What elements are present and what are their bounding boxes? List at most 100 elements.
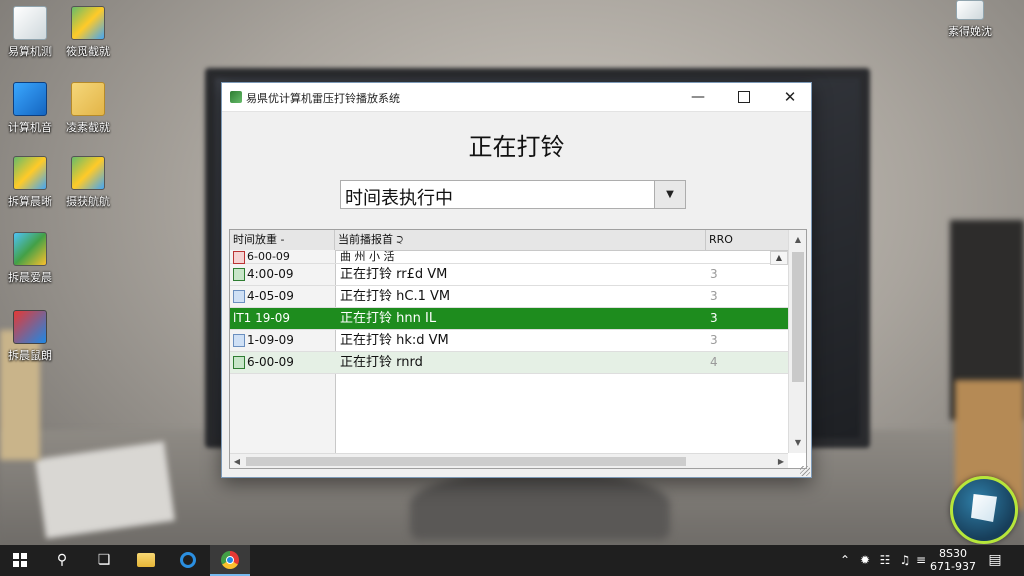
- schedule-table: 时间放重 - 当前播报首 ੨ RRO 6-00-09 曲 州 小 活 4:00-…: [229, 229, 807, 469]
- row-number: 3: [710, 289, 718, 303]
- file-icon: [233, 290, 245, 303]
- close-button[interactable]: ✕: [767, 83, 813, 111]
- desktop-icon-label: 筱觅截就: [66, 45, 110, 58]
- notification-button[interactable]: ▤: [986, 551, 1004, 569]
- desktop-icon-2[interactable]: 筱觅截就: [58, 6, 118, 59]
- close-icon: ✕: [783, 88, 797, 106]
- app-grid-icon: [13, 156, 47, 190]
- column-header-time[interactable]: 时间放重 -: [230, 230, 335, 250]
- desktop-icon-8[interactable]: 拆晨鼠朗: [0, 310, 60, 363]
- chrome-icon: [221, 551, 239, 569]
- chevron-down-icon: ▼: [666, 189, 674, 200]
- desktop: 易算机测 筱觅截就 计算机音 凌素截就 拆算晨晰 摄获航航 拆晨爱晨 拆晨鼠朗 …: [0, 0, 1024, 576]
- row-content: 曲 州 小 活: [340, 250, 395, 263]
- document-icon: [13, 6, 47, 40]
- table-row[interactable]: 4:00-09 正在打铃 rr£d VM 3: [230, 264, 788, 286]
- desktop-icon-3[interactable]: 计算机音: [0, 82, 60, 135]
- floating-app-badge[interactable]: [950, 476, 1018, 544]
- desktop-icon-1[interactable]: 易算机测: [0, 6, 60, 59]
- folder-icon: [71, 82, 105, 116]
- row-number: 3: [710, 267, 718, 281]
- desktop-icon-label: 易算机测: [8, 45, 52, 58]
- row-time: 6-00-09: [247, 355, 294, 369]
- computer-icon: [13, 82, 47, 116]
- taskbar-clock[interactable]: 8S30 671-937: [928, 547, 978, 573]
- play-store-icon: [13, 232, 47, 266]
- row-number: 3: [710, 333, 718, 347]
- row-content: 正在打铃 hC.1 VM: [340, 289, 451, 304]
- chevron-up-icon[interactable]: ▲: [789, 232, 806, 248]
- row-time: 4-05-09: [247, 289, 294, 303]
- row-time-cell: 6-00-09: [230, 250, 335, 264]
- resize-grip-icon[interactable]: [800, 466, 810, 476]
- clock-time: 8S30: [939, 547, 967, 560]
- row-time: 1-09-09: [247, 333, 294, 347]
- row-content: 正在打铃 rnrd: [340, 355, 423, 370]
- browser-icon: [180, 552, 196, 568]
- desktop-icon-6[interactable]: 摄获航航: [58, 156, 118, 209]
- desktop-icon-4[interactable]: 凌素截就: [58, 82, 118, 135]
- dropdown-button[interactable]: ▼: [654, 181, 685, 208]
- taskbar-file-explorer[interactable]: [126, 545, 166, 576]
- search-icon: ⚲: [56, 552, 68, 568]
- column-header-content[interactable]: 当前播报首 ੨: [335, 230, 706, 250]
- tray-app-icon[interactable]: ✹: [856, 545, 874, 576]
- desktop-icon-5[interactable]: 拆算晨晰: [0, 156, 60, 209]
- search-button[interactable]: ⚲: [42, 545, 82, 576]
- app-icon: [230, 91, 242, 103]
- minimize-button[interactable]: —: [675, 83, 721, 111]
- vertical-scrollbar-thumb[interactable]: [792, 252, 804, 382]
- row-time: 4:00-09: [247, 267, 294, 281]
- desktop-icon-label: 拆晨鼠朗: [8, 349, 52, 362]
- desktop-icon-label: 素得娩沈: [948, 25, 992, 38]
- horizontal-scrollbar-thumb[interactable]: [246, 457, 686, 466]
- row-scroll-up-button[interactable]: ▲: [770, 251, 788, 265]
- row-time-cell: 4:00-09: [230, 264, 335, 285]
- desktop-icon-7[interactable]: 拆晨爱晨: [0, 232, 60, 285]
- row-time-cell: 6-00-09: [230, 352, 335, 373]
- desktop-icon-label: 拆晨爱晨: [8, 271, 52, 284]
- chevron-down-icon[interactable]: ▼: [789, 435, 806, 451]
- file-icon: [233, 250, 245, 264]
- column-header-number[interactable]: RRO: [706, 230, 788, 250]
- table-row[interactable]: 1-09-09 正在打铃 hk:d VM 3: [230, 330, 788, 352]
- task-view-icon: ❏: [97, 552, 111, 568]
- document-icon: [71, 6, 105, 40]
- table-row[interactable]: 6-00-09 曲 州 小 活: [230, 250, 788, 264]
- taskbar-browser-ie[interactable]: [168, 545, 208, 576]
- table-row-selected[interactable]: lT1 19-09 正在打铃 hnn IL 3: [230, 308, 788, 330]
- minimize-icon: —: [691, 89, 705, 105]
- table-row[interactable]: 4-05-09 正在打铃 hC.1 VM 3: [230, 286, 788, 308]
- maximize-button[interactable]: [721, 83, 767, 111]
- background-monitor-stand: [410, 470, 670, 540]
- notification-icon: ▤: [988, 552, 1002, 568]
- chevron-up-icon: ▲: [775, 253, 783, 262]
- desktop-icon-label: 拆算晨晰: [8, 195, 52, 208]
- status-select-value: 时间表执行中: [345, 188, 453, 209]
- windows-icon: [13, 553, 27, 567]
- row-time: lT1 19-09: [233, 311, 290, 325]
- chevron-left-icon[interactable]: ◀: [230, 454, 244, 468]
- table-row[interactable]: 6-00-09 正在打铃 rnrd 4: [230, 352, 788, 374]
- chevron-right-icon[interactable]: ▶: [774, 454, 788, 468]
- window-titlebar[interactable]: 易県优计算机雷压打铃播放系统 — ✕: [222, 83, 811, 112]
- file-icon: [233, 268, 245, 281]
- desktop-icon-top-right[interactable]: 素得娩沈: [930, 0, 1010, 39]
- horizontal-scrollbar[interactable]: ◀ ▶: [230, 453, 788, 468]
- row-content: 正在打铃 hnn IL: [340, 311, 437, 326]
- chevron-up-icon[interactable]: ⌃: [836, 545, 854, 576]
- vertical-scrollbar[interactable]: ▲ ▼: [788, 230, 806, 453]
- taskbar-chrome[interactable]: [210, 545, 250, 576]
- window-title: 易県优计算机雷压打铃播放系统: [246, 92, 400, 105]
- row-time-cell: lT1 19-09: [230, 308, 335, 329]
- file-icon: [233, 334, 245, 347]
- start-button[interactable]: [0, 545, 40, 576]
- row-time-cell: 1-09-09: [230, 330, 335, 351]
- maximize-icon: [738, 91, 750, 103]
- task-view-button[interactable]: ❏: [84, 545, 124, 576]
- row-number: 4: [710, 355, 718, 369]
- row-content: 正在打铃 rr£d VM: [340, 267, 448, 282]
- network-icon[interactable]: ☷: [876, 545, 894, 576]
- status-select[interactable]: 时间表执行中 ▼: [340, 180, 686, 209]
- desktop-icon-label: 凌素截就: [66, 121, 110, 134]
